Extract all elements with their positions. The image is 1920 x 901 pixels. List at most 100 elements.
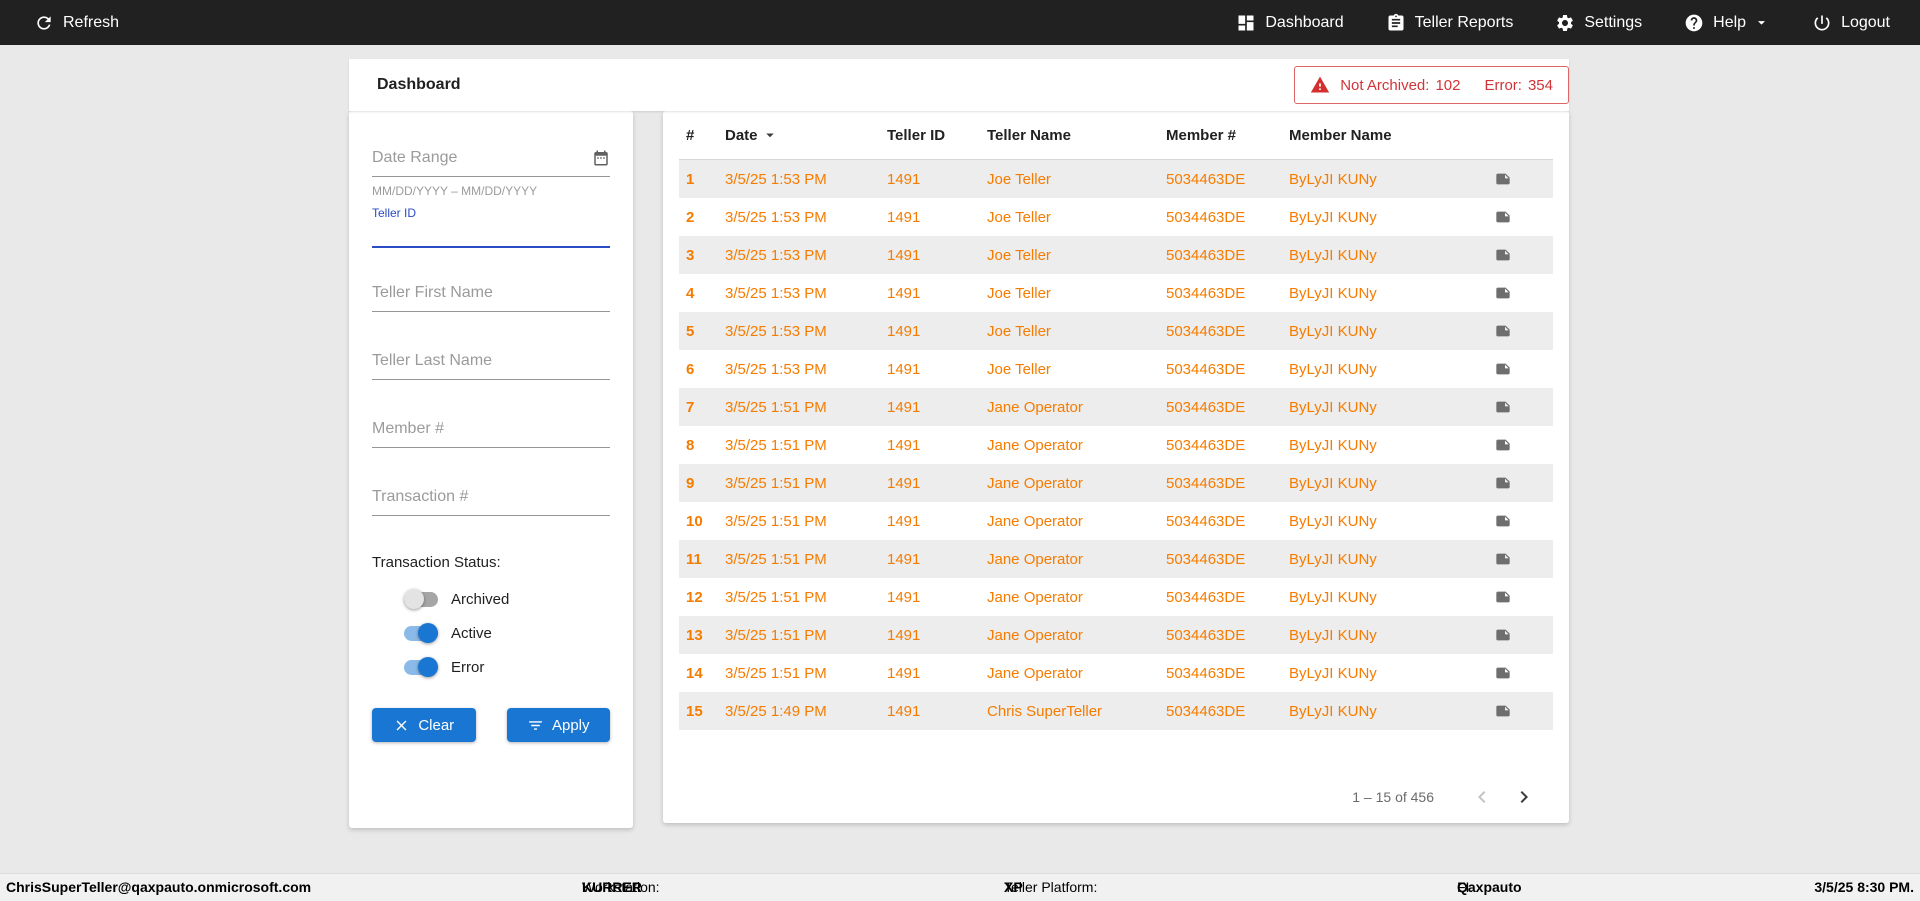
table-row[interactable]: 5 3/5/25 1:53 PM 1491 Joe Teller 5034463… bbox=[679, 312, 1553, 350]
cell-date: 3/5/25 1:53 PM bbox=[725, 284, 827, 302]
nav-dashboard[interactable]: Dashboard bbox=[1236, 13, 1344, 33]
teller-id-input[interactable] bbox=[372, 220, 610, 248]
cell-member-number: 5034463DE bbox=[1166, 360, 1246, 378]
platform-status: Teller Platform: XP bbox=[1004, 874, 1097, 901]
note-icon[interactable] bbox=[1495, 665, 1511, 681]
note-icon[interactable] bbox=[1495, 627, 1511, 643]
help-icon bbox=[1685, 14, 1703, 31]
cell-member-number: 5034463DE bbox=[1166, 702, 1246, 720]
cell-member-name: ByLyJI KUNy bbox=[1289, 474, 1377, 492]
cell-date: 3/5/25 1:51 PM bbox=[725, 398, 827, 416]
cell-date: 3/5/25 1:51 PM bbox=[725, 512, 827, 530]
cell-member-name: ByLyJI KUNy bbox=[1289, 170, 1377, 188]
table-row[interactable]: 3 3/5/25 1:53 PM 1491 Joe Teller 5034463… bbox=[679, 236, 1553, 274]
table-row[interactable]: 9 3/5/25 1:51 PM 1491 Jane Operator 5034… bbox=[679, 464, 1553, 502]
note-icon[interactable] bbox=[1495, 361, 1511, 377]
table-row[interactable]: 7 3/5/25 1:51 PM 1491 Jane Operator 5034… bbox=[679, 388, 1553, 426]
refresh-button[interactable]: Refresh bbox=[34, 13, 119, 33]
cell-member-name: ByLyJI KUNy bbox=[1289, 664, 1377, 682]
column-header-date-label: Date bbox=[725, 126, 758, 144]
platform-label: Teller Platform: bbox=[1004, 879, 1098, 895]
column-header-teller-name[interactable]: Teller Name bbox=[987, 127, 1166, 144]
next-page-button[interactable] bbox=[1512, 785, 1536, 809]
column-header-number[interactable]: # bbox=[686, 127, 725, 144]
nav-help[interactable]: Help bbox=[1684, 13, 1770, 33]
column-header-teller-id[interactable]: Teller ID bbox=[887, 127, 987, 144]
note-icon[interactable] bbox=[1495, 247, 1511, 263]
cell-row-number: 14 bbox=[686, 664, 703, 682]
transaction-number-input[interactable] bbox=[372, 488, 610, 516]
cell-note bbox=[1495, 475, 1546, 491]
date-range-input[interactable] bbox=[372, 149, 592, 167]
note-icon[interactable] bbox=[1495, 437, 1511, 453]
cell-member-name: ByLyJI KUNy bbox=[1289, 284, 1377, 302]
table-row[interactable]: 13 3/5/25 1:51 PM 1491 Jane Operator 503… bbox=[679, 616, 1553, 654]
filter-actions: Clear Apply bbox=[372, 708, 610, 742]
toggle-switch[interactable] bbox=[404, 622, 438, 643]
nav-logout[interactable]: Logout bbox=[1812, 13, 1890, 33]
table-row[interactable]: 6 3/5/25 1:53 PM 1491 Joe Teller 5034463… bbox=[679, 350, 1553, 388]
table-row[interactable]: 10 3/5/25 1:51 PM 1491 Jane Operator 503… bbox=[679, 502, 1553, 540]
table-row[interactable]: 1 3/5/25 1:53 PM 1491 Joe Teller 5034463… bbox=[679, 160, 1553, 198]
filter-panel: MM/DD/YYYY – MM/DD/YYYY Teller ID bbox=[349, 111, 633, 828]
nav-teller-reports[interactable]: Teller Reports bbox=[1386, 13, 1513, 33]
toggle-thumb bbox=[404, 588, 424, 609]
cell-member-number: 5034463DE bbox=[1166, 208, 1246, 226]
cell-teller-id: 1491 bbox=[887, 360, 921, 378]
apply-button[interactable]: Apply bbox=[506, 708, 610, 742]
column-header-member-num[interactable]: Member # bbox=[1166, 127, 1289, 144]
cell-row-number: 7 bbox=[686, 398, 695, 416]
note-icon[interactable] bbox=[1495, 513, 1511, 529]
transaction-number-field bbox=[372, 488, 610, 516]
clear-button[interactable]: Clear bbox=[372, 708, 476, 742]
cell-note bbox=[1495, 665, 1546, 681]
cell-row-number: 9 bbox=[686, 474, 695, 492]
cell-teller-name: Jane Operator bbox=[987, 550, 1083, 568]
note-icon[interactable] bbox=[1495, 209, 1511, 225]
calendar-icon[interactable] bbox=[592, 149, 610, 167]
toggle-list: Archived Active Error bbox=[372, 588, 610, 677]
toggle-switch[interactable] bbox=[404, 656, 438, 677]
note-icon[interactable] bbox=[1495, 551, 1511, 567]
cell-member-name: ByLyJI KUNy bbox=[1289, 246, 1377, 264]
cell-member-name: ByLyJI KUNy bbox=[1289, 322, 1377, 340]
teller-last-name-input[interactable] bbox=[372, 352, 610, 380]
prev-page-button[interactable] bbox=[1470, 785, 1494, 809]
cell-teller-name: Jane Operator bbox=[987, 398, 1083, 416]
table-header-row: # Date Teller ID Teller Name Member # Me… bbox=[679, 111, 1553, 160]
cell-member-name: ByLyJI KUNy bbox=[1289, 588, 1377, 606]
note-icon[interactable] bbox=[1495, 399, 1511, 415]
note-icon[interactable] bbox=[1495, 589, 1511, 605]
nav-settings[interactable]: Settings bbox=[1555, 13, 1642, 33]
table-row[interactable]: 12 3/5/25 1:51 PM 1491 Jane Operator 503… bbox=[679, 578, 1553, 616]
toggle-active[interactable]: Active bbox=[404, 622, 610, 643]
clipboard-icon bbox=[1388, 13, 1404, 31]
member-number-input[interactable] bbox=[372, 420, 610, 448]
toggle-error[interactable]: Error bbox=[404, 656, 610, 677]
cell-date: 3/5/25 1:51 PM bbox=[725, 588, 827, 606]
table-row[interactable]: 15 3/5/25 1:49 PM 1491 Chris SuperTeller… bbox=[679, 692, 1553, 730]
table-row[interactable]: 4 3/5/25 1:53 PM 1491 Joe Teller 5034463… bbox=[679, 274, 1553, 312]
note-icon[interactable] bbox=[1495, 703, 1511, 719]
cell-teller-id: 1491 bbox=[887, 474, 921, 492]
teller-first-name-input[interactable] bbox=[372, 284, 610, 312]
table-row[interactable]: 8 3/5/25 1:51 PM 1491 Jane Operator 5034… bbox=[679, 426, 1553, 464]
archive-error-alert: Not Archived: 102 Error: 354 bbox=[1294, 66, 1569, 104]
workstation-label: Workstation: bbox=[582, 879, 660, 895]
cell-teller-name: Jane Operator bbox=[987, 512, 1083, 530]
note-icon[interactable] bbox=[1495, 323, 1511, 339]
cell-date: 3/5/25 1:51 PM bbox=[725, 436, 827, 454]
nav-settings-label: Settings bbox=[1584, 13, 1643, 31]
table-row[interactable]: 2 3/5/25 1:53 PM 1491 Joe Teller 5034463… bbox=[679, 198, 1553, 236]
note-icon[interactable] bbox=[1495, 475, 1511, 491]
column-header-date[interactable]: Date bbox=[725, 126, 887, 144]
table-row[interactable]: 11 3/5/25 1:51 PM 1491 Jane Operator 503… bbox=[679, 540, 1553, 578]
note-icon[interactable] bbox=[1495, 171, 1511, 187]
column-header-member-name[interactable]: Member Name bbox=[1289, 127, 1495, 144]
toggle-archived[interactable]: Archived bbox=[404, 588, 610, 609]
cell-note bbox=[1495, 399, 1546, 415]
toggle-switch[interactable] bbox=[404, 588, 438, 609]
note-icon[interactable] bbox=[1495, 285, 1511, 301]
transaction-status-label: Transaction Status: bbox=[372, 554, 501, 571]
table-row[interactable]: 14 3/5/25 1:51 PM 1491 Jane Operator 503… bbox=[679, 654, 1553, 692]
